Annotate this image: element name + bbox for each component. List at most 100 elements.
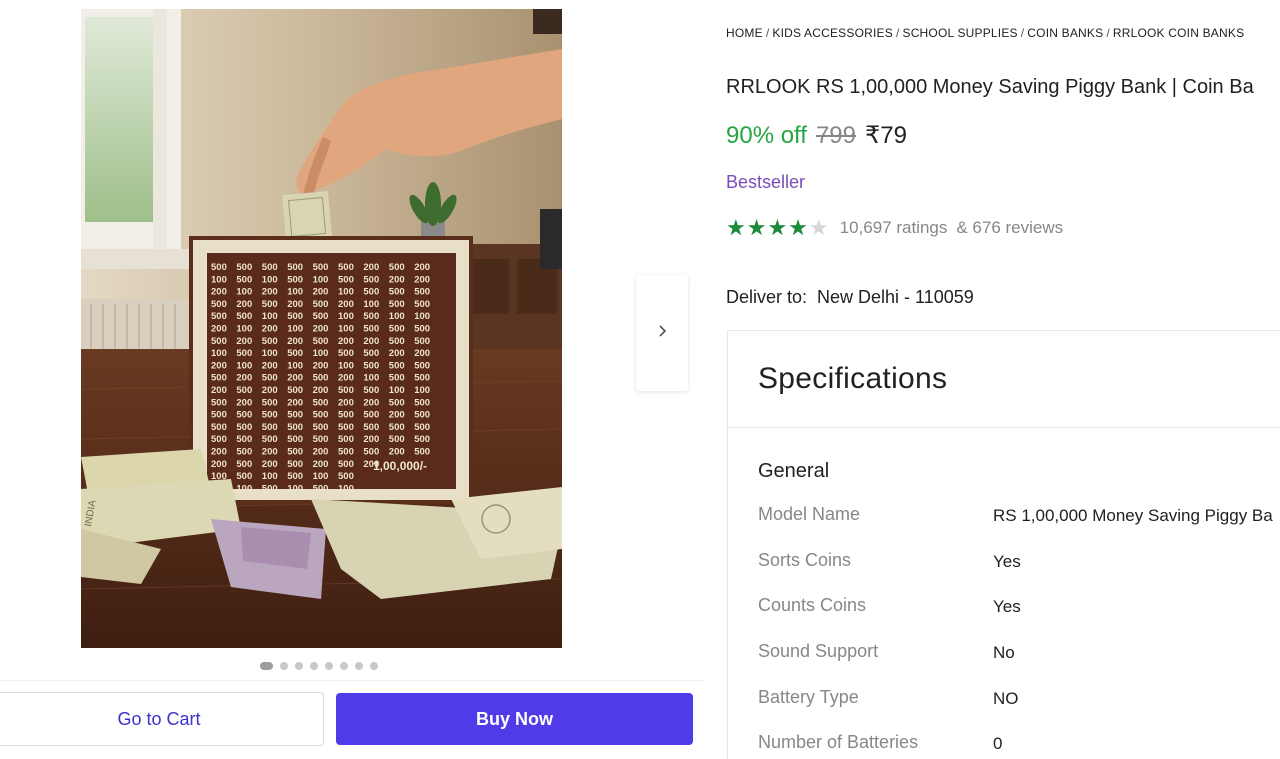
carousel-dot[interactable] xyxy=(280,662,288,670)
grid-cell: 200 xyxy=(262,459,278,470)
bestseller-badge: Bestseller xyxy=(726,172,806,192)
grid-cell: 500 xyxy=(262,373,278,384)
breadcrumb-school-supplies[interactable]: SCHOOL SUPPLIES xyxy=(902,26,1017,40)
carousel-dot[interactable] xyxy=(295,662,303,670)
next-image-button[interactable] xyxy=(636,275,688,391)
grid-cell: 500 xyxy=(389,336,405,347)
spec-key: Battery Type xyxy=(758,687,859,707)
grid-cell: 500 xyxy=(363,447,379,458)
reviews-count[interactable]: & 676 reviews xyxy=(956,218,1063,238)
grid-cell: 100 xyxy=(338,287,354,298)
grid-cell: 500 xyxy=(287,385,303,396)
spec-value: NO xyxy=(993,689,1019,708)
grid-cell: 500 xyxy=(389,373,405,384)
grid-cell: 500 xyxy=(287,311,303,322)
grid-cell: 200 xyxy=(313,447,329,458)
grid-cell: 500 xyxy=(313,434,329,445)
buy-now-button[interactable]: Buy Now xyxy=(336,693,693,745)
specifications-card: Specifications General Model Name RS 1,0… xyxy=(727,330,1280,759)
grid-cell: 100 xyxy=(236,324,252,335)
grid-cell: 100 xyxy=(262,348,278,359)
grid-cell: 500 xyxy=(287,262,303,273)
grid-cell: 500 xyxy=(236,385,252,396)
breadcrumb-home[interactable]: HOME xyxy=(726,26,763,40)
grid-cell: 200 xyxy=(313,287,329,298)
grid-cell: 100 xyxy=(236,483,252,494)
grid-cell: 100 xyxy=(211,348,227,359)
grid-cell: 500 xyxy=(287,410,303,421)
grid-cell: 100 xyxy=(338,324,354,335)
spec-row-sound-support: Sound Support No xyxy=(758,641,1280,665)
grid-cell: 500 xyxy=(287,274,303,285)
grid-cell: 500 xyxy=(262,262,278,273)
grid-cell: 200 xyxy=(287,299,303,310)
carousel-dot[interactable] xyxy=(340,662,348,670)
go-to-cart-button[interactable]: Go to Cart xyxy=(0,692,324,746)
grid-cell: 500 xyxy=(414,360,430,371)
carousel-dot[interactable] xyxy=(260,662,273,670)
grid-cell: 500 xyxy=(236,459,252,470)
grid-cell: 500 xyxy=(389,324,405,335)
grid-cell: 200 xyxy=(262,360,278,371)
carousel-dot[interactable] xyxy=(355,662,363,670)
grid-cell: 100 xyxy=(414,385,430,396)
carousel-dot[interactable] xyxy=(310,662,318,670)
grid-cell: 500 xyxy=(414,336,430,347)
grid-cell: 500 xyxy=(313,262,329,273)
grid-cell: 200 xyxy=(414,262,430,273)
ratings-count[interactable]: 10,697 ratings xyxy=(840,218,948,238)
grid-cell: 100 xyxy=(287,324,303,335)
grid-cell: 500 xyxy=(211,397,227,408)
breadcrumb-kids-accessories[interactable]: KIDS ACCESSORIES xyxy=(772,26,893,40)
grid-cell: 200 xyxy=(211,447,227,458)
grid-cell: 200 xyxy=(338,373,354,384)
grid-cell: 100 xyxy=(236,360,252,371)
spec-key: Sorts Coins xyxy=(758,550,852,570)
grid-cell: 200 xyxy=(211,385,227,396)
breadcrumb-separator: / xyxy=(1020,26,1025,40)
breadcrumb-coin-banks[interactable]: COIN BANKS xyxy=(1027,26,1103,40)
breadcrumb-rrlook-coin-banks[interactable]: RRLOOK COIN BANKS xyxy=(1113,26,1244,40)
grid-cell: 500 xyxy=(414,434,430,445)
grid-cell: 500 xyxy=(363,348,379,359)
grid-cell: 200 xyxy=(313,459,329,470)
grid-cell: 200 xyxy=(338,336,354,347)
grid-cell: 100 xyxy=(313,348,329,359)
grid-cell: 500 xyxy=(236,447,252,458)
grid-cell: 500 xyxy=(389,360,405,371)
grid-cell: 100 xyxy=(389,311,405,322)
product-image[interactable]: 500 500 500 500 500 500 200 500 200 100 500 100 500 1… xyxy=(81,9,562,648)
grid-cell: 100 xyxy=(236,287,252,298)
grid-cell: 500 xyxy=(338,434,354,445)
spec-value: RS 1,00,000 Money Saving Piggy Ba xyxy=(993,506,1273,525)
spec-key: Number of Batteries xyxy=(758,732,919,752)
grid-cell: 200 xyxy=(389,274,405,285)
grid-cell: 500 xyxy=(287,459,303,470)
breadcrumb-separator: / xyxy=(895,26,900,40)
grid-cell: 200 xyxy=(236,299,252,310)
grid-cell: 200 xyxy=(287,373,303,384)
grid-cell: 500 xyxy=(338,262,354,273)
grid-cell: 100 xyxy=(363,299,379,310)
grid-cell: 500 xyxy=(236,410,252,421)
spec-row-model-name: Model Name RS 1,00,000 Money Saving Pigg… xyxy=(758,504,1280,528)
rating-row[interactable]: ★★★★★ ★★★★★ 10,697 ratings & 676 reviews xyxy=(726,216,1063,240)
original-price: 799 xyxy=(815,122,856,149)
grid-cell: 500 xyxy=(338,348,354,359)
grid-cell: 500 xyxy=(287,348,303,359)
carousel-dot[interactable] xyxy=(370,662,378,670)
grid-cell: 500 xyxy=(313,483,329,494)
carousel-dot[interactable] xyxy=(325,662,333,670)
delivery-location[interactable]: Deliver to: New Delhi - 110059 xyxy=(726,287,974,308)
discount-percent: 90% off xyxy=(726,122,807,149)
grid-cell: 100 xyxy=(338,360,354,371)
grid-cell: 500 xyxy=(338,471,354,482)
chevron-right-icon xyxy=(657,324,667,343)
grid-cell: 500 xyxy=(262,483,278,494)
product-title: RRLOOK RS 1,00,000 Money Saving Piggy Ba… xyxy=(726,76,1254,98)
breadcrumb-separator: / xyxy=(1106,26,1110,40)
grid-cell: 200 xyxy=(262,324,278,335)
spec-value: Yes xyxy=(993,597,1021,616)
grid-cell: 200 xyxy=(313,385,329,396)
grid-cell: 100 xyxy=(262,471,278,482)
